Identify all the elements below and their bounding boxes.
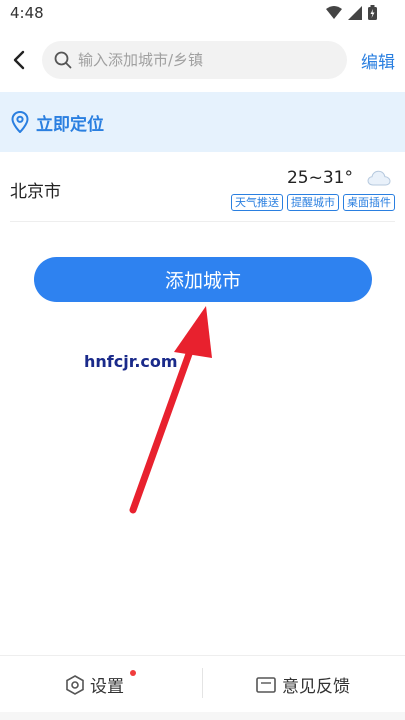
annotation-arrow-icon — [129, 306, 212, 514]
tag-desktop-widget[interactable]: 桌面插件 — [343, 194, 395, 211]
feedback-icon — [256, 676, 276, 693]
bottom-divider — [202, 668, 203, 698]
signal-icon — [348, 5, 362, 20]
settings-label: 设置 — [90, 677, 124, 697]
tag-reminder-city[interactable]: 提醒城市 — [287, 194, 339, 211]
status-time: 4:48 — [10, 4, 44, 22]
feedback-label: 意见反馈 — [282, 677, 350, 697]
home-indicator — [0, 712, 405, 720]
tag-weather-push[interactable]: 天气推送 — [231, 194, 283, 211]
settings-icon — [66, 674, 84, 695]
feedback-button[interactable]: 意见反馈 — [256, 656, 350, 713]
search-bar: 编辑 — [0, 36, 405, 84]
back-button[interactable] — [8, 46, 30, 74]
chevron-left-icon — [13, 50, 25, 70]
edit-button[interactable]: 编辑 — [361, 48, 395, 73]
city-name: 北京市 — [10, 182, 61, 202]
status-icons — [326, 5, 377, 20]
status-bar: 4:48 — [0, 0, 405, 28]
location-pin-icon — [11, 111, 29, 133]
bottom-nav: 设置 意见反馈 — [0, 655, 405, 712]
battery-icon — [368, 5, 377, 20]
city-tags: 天气推送 提醒城市 桌面插件 — [231, 194, 395, 211]
search-icon — [54, 51, 72, 69]
city-temperature: 25~31° — [286, 168, 353, 188]
search-box[interactable] — [42, 41, 347, 79]
city-list-item[interactable]: 北京市 25~31° 天气推送 提醒城市 桌面插件 — [10, 152, 395, 222]
locate-now-label: 立即定位 — [36, 115, 104, 135]
search-input[interactable] — [78, 41, 338, 79]
add-city-button[interactable]: 添加城市 — [34, 257, 372, 302]
notification-dot — [130, 670, 136, 676]
wifi-icon — [326, 5, 342, 19]
settings-button[interactable]: 设置 — [66, 656, 136, 713]
locate-now-button[interactable]: 立即定位 — [0, 92, 405, 152]
cloud-icon — [367, 170, 391, 186]
